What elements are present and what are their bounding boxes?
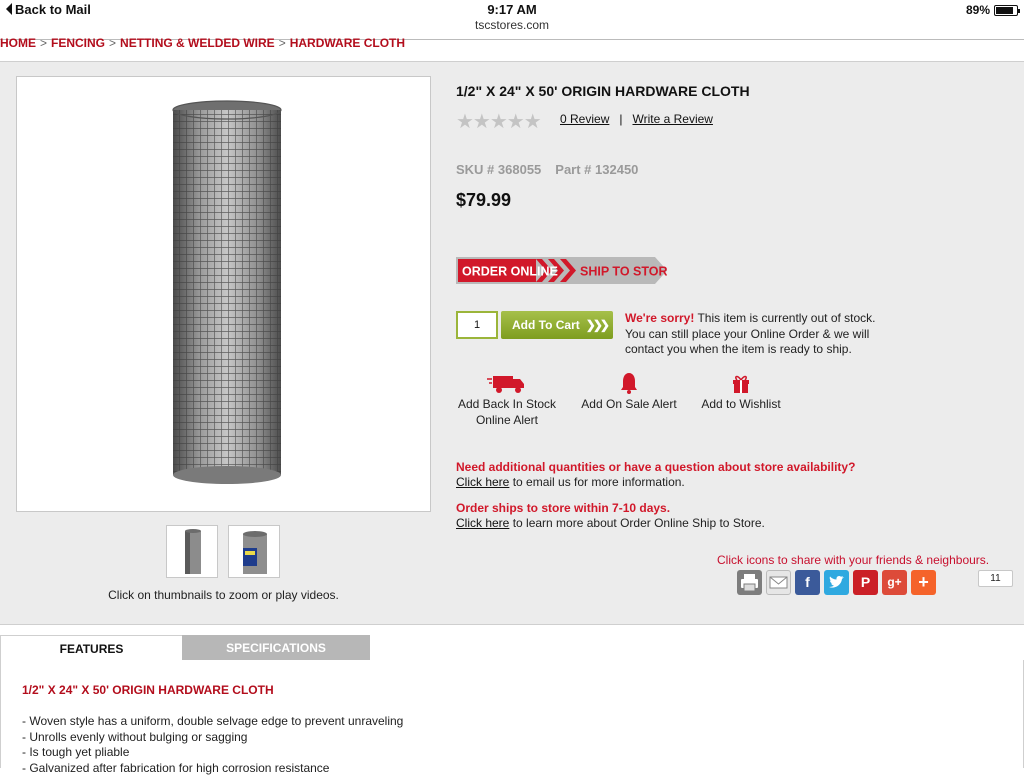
twitter-icon[interactable] — [824, 570, 849, 595]
features-title: 1/2" X 24" X 50' ORIGIN HARDWARE CLOTH — [22, 683, 274, 697]
quantities-text: to email us for more information. — [509, 475, 684, 489]
sku-part-line: SKU # 368055 Part # 132450 — [456, 162, 638, 177]
rating-stars: ★★★★★ — [456, 109, 541, 134]
breadcrumb-separator: > — [109, 36, 116, 50]
status-bar: Back to Mail 9:17 AM 89% — [0, 0, 1024, 20]
thumbnail-roll[interactable] — [166, 525, 218, 578]
add-to-cart-button[interactable]: Add To Cart ❯❯❯ — [501, 311, 613, 339]
bell-icon — [620, 372, 638, 394]
on-sale-label: Add On Sale Alert — [581, 397, 676, 411]
thumbnail-hint: Click on thumbnails to zoom or play vide… — [16, 588, 431, 602]
breadcrumb-home[interactable]: HOME — [0, 36, 36, 50]
wishlist-alert[interactable]: Add to Wishlist — [700, 372, 782, 412]
ship-heading: Order ships to store within 7-10 days. — [456, 501, 976, 516]
review-separator: | — [619, 112, 622, 126]
email-icon[interactable] — [766, 570, 791, 595]
share-count: 11 — [978, 570, 1013, 587]
truck-icon — [487, 372, 527, 394]
write-review-link[interactable]: Write a Review — [632, 112, 712, 126]
product-price: $79.99 — [456, 190, 511, 211]
ship-to-store-info: Order ships to store within 7-10 days. C… — [456, 501, 976, 531]
review-links: 0 Review | Write a Review — [560, 112, 713, 126]
print-icon[interactable] — [737, 570, 762, 595]
breadcrumb-separator: > — [279, 36, 286, 50]
facebook-icon[interactable]: f — [795, 570, 820, 595]
quantities-info: Need additional quantities or have a que… — [456, 460, 976, 490]
battery-percent: 89% — [966, 3, 990, 17]
product-tabs: FEATURES SPECIFICATIONS — [0, 635, 1024, 661]
gift-icon — [731, 372, 751, 394]
address-bar[interactable]: tscstores.com — [0, 18, 1024, 38]
product-title: 1/2" X 24" X 50' ORIGIN HARDWARE CLOTH — [456, 83, 750, 99]
tab-specifications[interactable]: SPECIFICATIONS — [182, 635, 370, 661]
back-in-stock-alert[interactable]: Add Back In Stock Online Alert — [456, 372, 558, 428]
breadcrumb-hardware-cloth[interactable]: HARDWARE CLOTH — [290, 36, 405, 50]
features-list: - Woven style has a uniform, double selv… — [22, 714, 403, 776]
on-sale-alert[interactable]: Add On Sale Alert — [579, 372, 679, 412]
clock: 9:17 AM — [0, 2, 1024, 17]
hardware-cloth-roll-image[interactable] — [172, 100, 282, 485]
breadcrumb-netting[interactable]: NETTING & WELDED WIRE — [120, 36, 275, 50]
quantities-heading: Need additional quantities or have a que… — [456, 460, 976, 475]
ship-to-store-learn-more-link[interactable]: Click here — [456, 516, 509, 530]
add-to-cart-label: Add To Cart — [512, 318, 580, 332]
add-to-cart-arrows-icon: ❯❯❯ — [586, 318, 607, 332]
battery-icon — [994, 5, 1018, 16]
breadcrumb: HOME > FENCING > NETTING & WELDED WIRE > HARDW… — [0, 36, 405, 50]
share-note: Click icons to share with your friends &… — [717, 553, 989, 567]
breadcrumb-separator: > — [40, 36, 47, 50]
badge-ship-to-store-text: SHIP TO STORE — [580, 265, 667, 279]
google-plus-icon[interactable]: g+ — [882, 570, 907, 595]
list-item: - Woven style has a uniform, double selv… — [22, 714, 403, 730]
pinterest-icon[interactable]: P — [853, 570, 878, 595]
sku-number: SKU # 368055 — [456, 162, 541, 177]
list-item: - Galvanized after fabrication for high … — [22, 761, 403, 776]
out-of-stock-sorry: We're sorry! — [625, 311, 694, 325]
tab-features[interactable]: FEATURES — [0, 635, 183, 661]
thumbnail-packaged[interactable] — [228, 525, 280, 578]
list-item: - Unrolls evenly without bulging or sagg… — [22, 730, 403, 746]
part-number: Part # 132450 — [555, 162, 638, 177]
out-of-stock-message: We're sorry! This item is currently out … — [625, 311, 895, 358]
list-item: - Is tough yet pliable — [22, 745, 403, 761]
back-in-stock-label-1: Add Back In Stock — [458, 397, 556, 411]
email-us-link[interactable]: Click here — [456, 475, 509, 489]
breadcrumb-fencing[interactable]: FENCING — [51, 36, 105, 50]
thumbnail-roll-image — [167, 526, 219, 579]
badge-order-online-text: ORDER ONLINE — [462, 265, 558, 279]
back-in-stock-label-2: Online Alert — [476, 413, 538, 427]
thumbnail-packaged-image — [229, 526, 281, 579]
quantity-input[interactable]: 1 — [456, 311, 498, 339]
wishlist-label: Add to Wishlist — [701, 397, 780, 411]
order-online-ship-to-store-badge: ORDER ONLINE SHIP TO STORE — [456, 257, 667, 284]
ship-text: to learn more about Order Online Ship to… — [509, 516, 764, 530]
review-count-link[interactable]: 0 Review — [560, 112, 609, 126]
url-text: tscstores.com — [475, 18, 549, 32]
addthis-plus-icon[interactable]: + — [911, 570, 936, 595]
